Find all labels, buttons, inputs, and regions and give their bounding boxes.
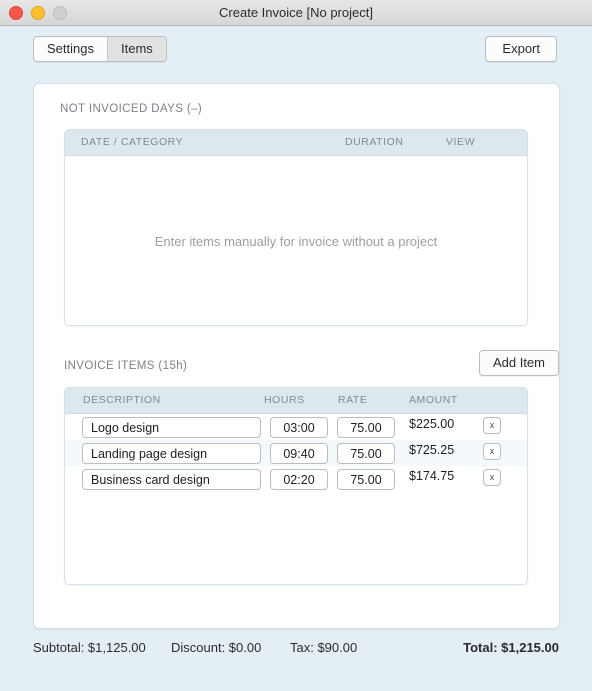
- delete-item-button[interactable]: x: [483, 443, 501, 460]
- item-rate-input[interactable]: [337, 417, 395, 438]
- subtotal-value: Subtotal: $1,125.00: [33, 640, 146, 655]
- column-header-date-category: DATE / CATEGORY: [81, 136, 184, 148]
- window-titlebar: Create Invoice [No project]: [0, 0, 592, 26]
- zoom-button: [53, 5, 67, 20]
- table-row: $225.00 x: [65, 414, 527, 440]
- invoice-items-table: DESCRIPTION HOURS RATE AMOUNT $225.00 x …: [64, 387, 528, 585]
- empty-state-message: Enter items manually for invoice without…: [154, 233, 438, 249]
- column-header-duration: DURATION: [345, 136, 404, 148]
- add-item-button[interactable]: Add Item: [478, 350, 559, 376]
- tax-value: Tax: $90.00: [290, 640, 358, 655]
- item-amount-value: $225.00: [409, 417, 455, 431]
- item-hours-input[interactable]: [270, 469, 328, 490]
- not-invoiced-days-header-row: DATE / CATEGORY DURATION VIEW: [65, 130, 527, 156]
- invoice-items-header-row: DESCRIPTION HOURS RATE AMOUNT: [65, 388, 527, 414]
- item-hours-input[interactable]: [270, 443, 328, 464]
- item-amount-value: $725.25: [409, 443, 455, 457]
- delete-item-button[interactable]: x: [483, 417, 501, 434]
- column-header-amount: AMOUNT: [409, 394, 458, 406]
- item-description-input[interactable]: [82, 417, 261, 438]
- item-description-input[interactable]: [82, 443, 261, 464]
- export-button[interactable]: Export: [485, 36, 557, 62]
- table-row: $725.25 x: [65, 440, 527, 466]
- window-title: Create Invoice [No project]: [219, 5, 373, 20]
- total-value: Total: $1,215.00: [463, 640, 559, 655]
- not-invoiced-days-label: NOT INVOICED DAYS (–): [60, 103, 203, 115]
- item-hours-input[interactable]: [270, 417, 328, 438]
- tab-settings[interactable]: Settings: [34, 37, 107, 61]
- minimize-button[interactable]: [31, 5, 45, 20]
- not-invoiced-days-empty-state: Enter items manually for invoice without…: [65, 156, 527, 325]
- window-controls: [9, 5, 67, 20]
- item-rate-input[interactable]: [337, 443, 395, 464]
- column-header-view: VIEW: [446, 136, 476, 148]
- invoice-content-card: NOT INVOICED DAYS (–) DATE / CATEGORY DU…: [33, 83, 560, 629]
- column-header-description: DESCRIPTION: [83, 394, 161, 406]
- not-invoiced-days-table: DATE / CATEGORY DURATION VIEW Enter item…: [64, 129, 528, 326]
- invoice-items-label: INVOICE ITEMS (15h): [64, 360, 188, 372]
- totals-footer: Subtotal: $1,125.00 Discount: $0.00 Tax:…: [0, 640, 592, 680]
- delete-item-button[interactable]: x: [483, 469, 501, 486]
- tab-items[interactable]: Items: [106, 37, 166, 61]
- column-header-rate: RATE: [338, 394, 368, 406]
- discount-value: Discount: $0.00: [171, 640, 262, 655]
- item-description-input[interactable]: [82, 469, 261, 490]
- column-header-hours: HOURS: [264, 394, 305, 406]
- invoice-items-row-list: $225.00 x $725.25 x $174.75 x: [65, 414, 527, 492]
- item-rate-input[interactable]: [337, 469, 395, 490]
- toolbar: Settings Items Export: [0, 26, 592, 72]
- tab-segmented-control[interactable]: Settings Items: [33, 36, 167, 62]
- item-amount-value: $174.75: [409, 469, 455, 483]
- table-row: $174.75 x: [65, 466, 527, 492]
- close-button[interactable]: [9, 5, 23, 20]
